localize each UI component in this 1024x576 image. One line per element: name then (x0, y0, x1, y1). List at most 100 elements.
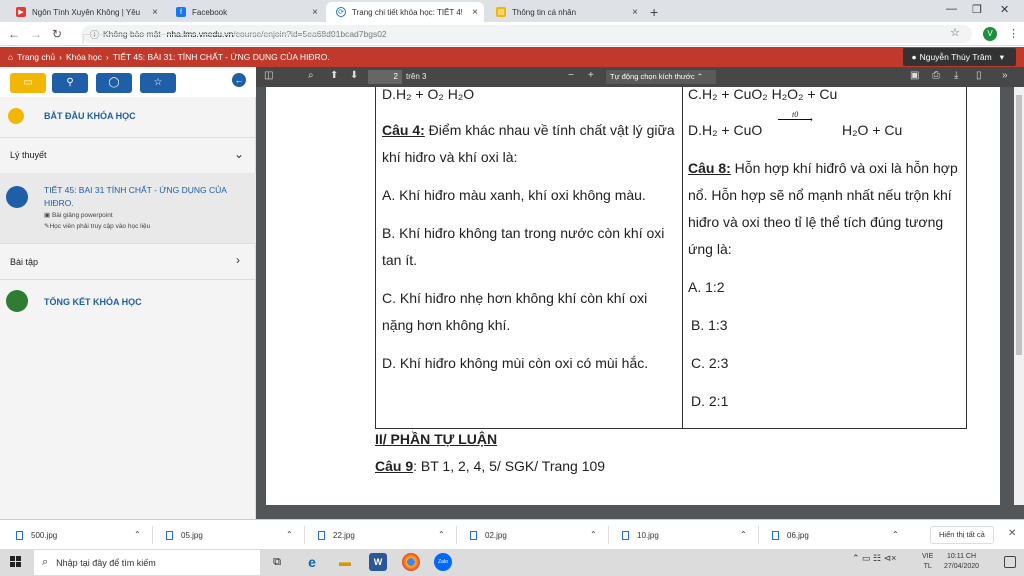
close-tab-icon[interactable]: × (472, 7, 478, 18)
download-item[interactable]: 10.jpg (622, 520, 659, 550)
download-item[interactable]: 22.jpg (318, 520, 355, 550)
maximize-icon[interactable]: ❐ (972, 3, 982, 16)
file-explorer-icon[interactable]: ▬ (336, 553, 354, 571)
q3-option-d-left: D.H₂ + CuO (688, 122, 763, 138)
chevron-right-icon[interactable]: › (236, 253, 240, 267)
course-sidebar: ▭ ⚲ ◯ ☆ ← BẮT ĐẦU KHÓA HỌC Lý thuyết ⌄ T… (0, 67, 256, 519)
sidebar-toggle-icon[interactable]: ◫ (264, 70, 273, 81)
lesson-item[interactable]: TIẾT 45: BAI 31 TÍNH CHẤT - ỨNG DỤNG CỦA… (0, 173, 256, 243)
search-icon[interactable]: ⌕ (308, 70, 314, 81)
browser-menu-icon[interactable]: ⋮ (1008, 27, 1019, 40)
close-downloads-icon[interactable]: ✕ (1008, 528, 1016, 539)
presentation-icon[interactable]: ▣ (910, 70, 919, 81)
tab-profile[interactable]: ▤ Thông tin cá nhân × (486, 2, 644, 22)
breadcrumb-separator: › (59, 52, 62, 62)
system-clock[interactable]: 10:11 CH 27/04/2020 (944, 552, 979, 572)
theory-section-header[interactable]: Lý thuyết (10, 150, 47, 160)
bookmark-icon[interactable]: ▯ (976, 70, 982, 81)
collapse-sidebar-icon[interactable]: ← (232, 73, 246, 87)
previous-page-icon[interactable]: ⬆ (330, 70, 338, 81)
start-course-link[interactable]: BẮT ĐẦU KHÓA HỌC (44, 111, 136, 121)
minimize-icon[interactable]: — (946, 3, 957, 15)
lesson-note: ▣ Bài giảng powerpoint (44, 212, 113, 219)
close-tab-icon[interactable]: × (632, 7, 638, 18)
reload-icon[interactable]: ↻ (52, 27, 62, 41)
close-tab-icon[interactable]: × (312, 7, 318, 18)
print-icon[interactable]: ⎙ (932, 70, 940, 81)
divider (304, 526, 305, 544)
edge-icon[interactable]: e (303, 553, 321, 571)
course-summary-link[interactable]: TỔNG KẾT KHÓA HỌC (44, 297, 142, 307)
chevron-up-icon[interactable]: ⌃ (590, 530, 597, 539)
more-tools-icon[interactable]: » (1002, 70, 1008, 81)
scrollbar-thumb[interactable] (1016, 95, 1022, 355)
divider (456, 526, 457, 544)
task-view-icon[interactable]: ⧉ (268, 553, 286, 571)
next-page-icon[interactable]: ⬇ (350, 70, 358, 81)
download-item[interactable]: 02.jpg (470, 520, 507, 550)
page-number-input[interactable]: 2 (368, 70, 402, 84)
profile-avatar[interactable]: V (983, 27, 997, 41)
breadcrumb-courses[interactable]: Khóa học (66, 52, 102, 62)
tab-youtube[interactable]: ▶ Ngôn Tình Xuyên Không | Yêu Đ... × (6, 2, 164, 22)
bookmark-star-icon[interactable]: ☆ (950, 26, 960, 39)
tab-facebook[interactable]: f Facebook × (166, 2, 324, 22)
windows-start-icon[interactable] (10, 556, 22, 568)
zoom-in-icon[interactable]: + (588, 70, 594, 81)
new-tab-button[interactable]: + (650, 4, 658, 20)
download-item[interactable]: 05.jpg (166, 520, 203, 550)
download-item[interactable]: 500.jpg (16, 520, 57, 550)
word-icon[interactable]: W (369, 553, 387, 571)
favorite-button[interactable]: ☆ (140, 73, 176, 93)
tab-course-detail[interactable]: ⟳ Trang chi tiết khóa học: TIẾT 45: I...… (326, 2, 484, 22)
chevron-down-icon[interactable]: ⌄ (234, 147, 244, 161)
chevron-up-icon[interactable]: ⌃ (892, 530, 899, 539)
system-tray[interactable]: ⌃ ▭ ☷ ⊲× (852, 553, 896, 564)
breadcrumb-home[interactable]: Trang chủ (17, 52, 55, 62)
download-icon[interactable]: ⤓ (954, 70, 958, 81)
url-field[interactable]: ⓘ Không bảo mật | nha.lms.vnedu.vn /cour… (82, 25, 972, 44)
image-file-icon (318, 530, 325, 540)
chevron-up-icon[interactable]: ⌃ (438, 530, 445, 539)
zoom-out-icon[interactable]: − (568, 70, 574, 81)
zoom-select[interactable]: Tự động chọn kích thước ⌃ (606, 70, 716, 84)
back-icon[interactable]: ← (8, 27, 20, 41)
youtube-icon: ▶ (16, 7, 26, 17)
divider (0, 243, 256, 244)
pdf-scrollbar[interactable] (1014, 87, 1024, 505)
page-icon: ▤ (496, 7, 506, 17)
attachment-button[interactable]: ⚲ (52, 73, 88, 93)
q9-text: : BT 1, 2, 4, 5/ SGK/ Trang 109 (413, 458, 606, 474)
notification-center-icon[interactable] (1004, 556, 1016, 568)
notes-button[interactable]: ▭ (10, 73, 46, 93)
show-all-downloads-button[interactable]: Hiển thị tất cả (930, 526, 994, 544)
page-count: trên 3 (406, 72, 427, 81)
caret-icon: ⌃ (696, 72, 703, 81)
zoom-value: Tự động chọn kích thước (610, 72, 695, 81)
forward-icon[interactable]: → (30, 27, 42, 41)
close-tab-icon[interactable]: × (152, 7, 158, 18)
input-language[interactable]: VIE TL (922, 552, 933, 572)
user-icon: ● (911, 52, 917, 62)
caret-down-icon: ▾ (999, 51, 1004, 62)
option-c-equation: C.H₂ + CuO₂ H₂O₂ + Cu (688, 86, 838, 102)
facebook-icon: f (176, 7, 186, 17)
comment-button[interactable]: ◯ (96, 73, 132, 93)
download-item[interactable]: 06.jpg (772, 520, 809, 550)
chevron-up-icon[interactable]: ⌃ (740, 530, 747, 539)
chrome-icon[interactable] (402, 553, 420, 571)
close-window-icon[interactable]: ✕ (1000, 3, 1009, 16)
image-file-icon (166, 530, 173, 540)
chevron-up-icon[interactable]: ⌃ (286, 530, 293, 539)
user-menu[interactable]: ● Nguyễn Thùy Trâm ▾ (903, 48, 1016, 66)
q8-option-a: A. 1:2 (688, 279, 725, 295)
url-separator: | (82, 33, 338, 44)
chevron-up-icon[interactable]: ⌃ (134, 530, 141, 539)
image-file-icon (622, 530, 629, 540)
zalo-icon[interactable]: Zalo (434, 553, 452, 571)
taskbar-search-field[interactable]: ⌕ Nhập tại đây để tìm kiếm (34, 550, 260, 575)
divider (758, 526, 759, 544)
home-icon[interactable]: ⌂ (8, 52, 13, 62)
exercises-section-header[interactable]: Bài tập (10, 257, 38, 267)
start-status-dot (8, 108, 24, 124)
